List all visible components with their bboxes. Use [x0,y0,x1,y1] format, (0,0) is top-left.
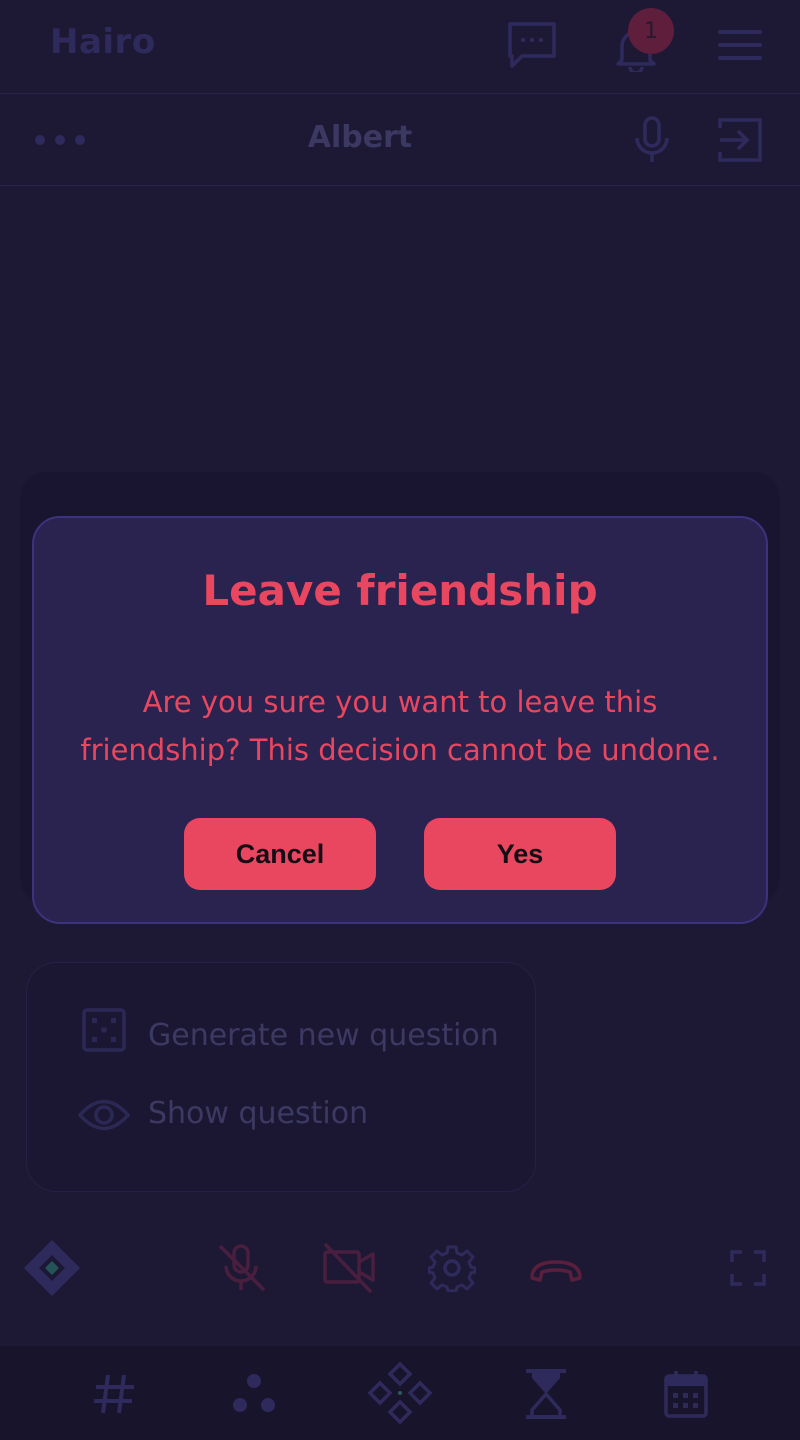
dice-icon [82,1008,126,1052]
exit-icon[interactable] [718,118,764,162]
microphone-icon[interactable] [634,116,670,164]
chat-icon[interactable] [506,20,558,70]
fullscreen-icon[interactable] [730,1250,766,1286]
question-panel [26,962,536,1192]
eye-icon [78,1096,130,1134]
mic-off-icon[interactable] [216,1242,268,1294]
show-question-button[interactable]: Show question [148,1096,368,1131]
hashtag-icon[interactable] [92,1372,136,1416]
dialog-message: Are you sure you want to leave this frie… [80,685,720,767]
app-logo[interactable]: Hairo [50,22,156,62]
diamond-logo-icon[interactable] [22,1238,82,1298]
contact-name: Albert [307,120,413,155]
video-off-icon[interactable] [322,1242,376,1294]
dialog-title: Leave friendship [202,566,598,615]
settings-gear-icon[interactable] [428,1244,476,1292]
hourglass-icon[interactable] [524,1368,568,1420]
diamonds-icon[interactable] [368,1362,432,1424]
dots-group-icon[interactable] [230,1372,278,1416]
yes-button[interactable]: Yes [424,818,616,890]
generate-question-button[interactable]: Generate new question [148,1018,499,1053]
hang-up-icon[interactable] [528,1256,584,1284]
menu-icon[interactable] [718,28,762,62]
calendar-icon[interactable] [664,1370,708,1418]
notification-badge: 1 [628,8,674,54]
cancel-button[interactable]: Cancel [184,818,376,890]
